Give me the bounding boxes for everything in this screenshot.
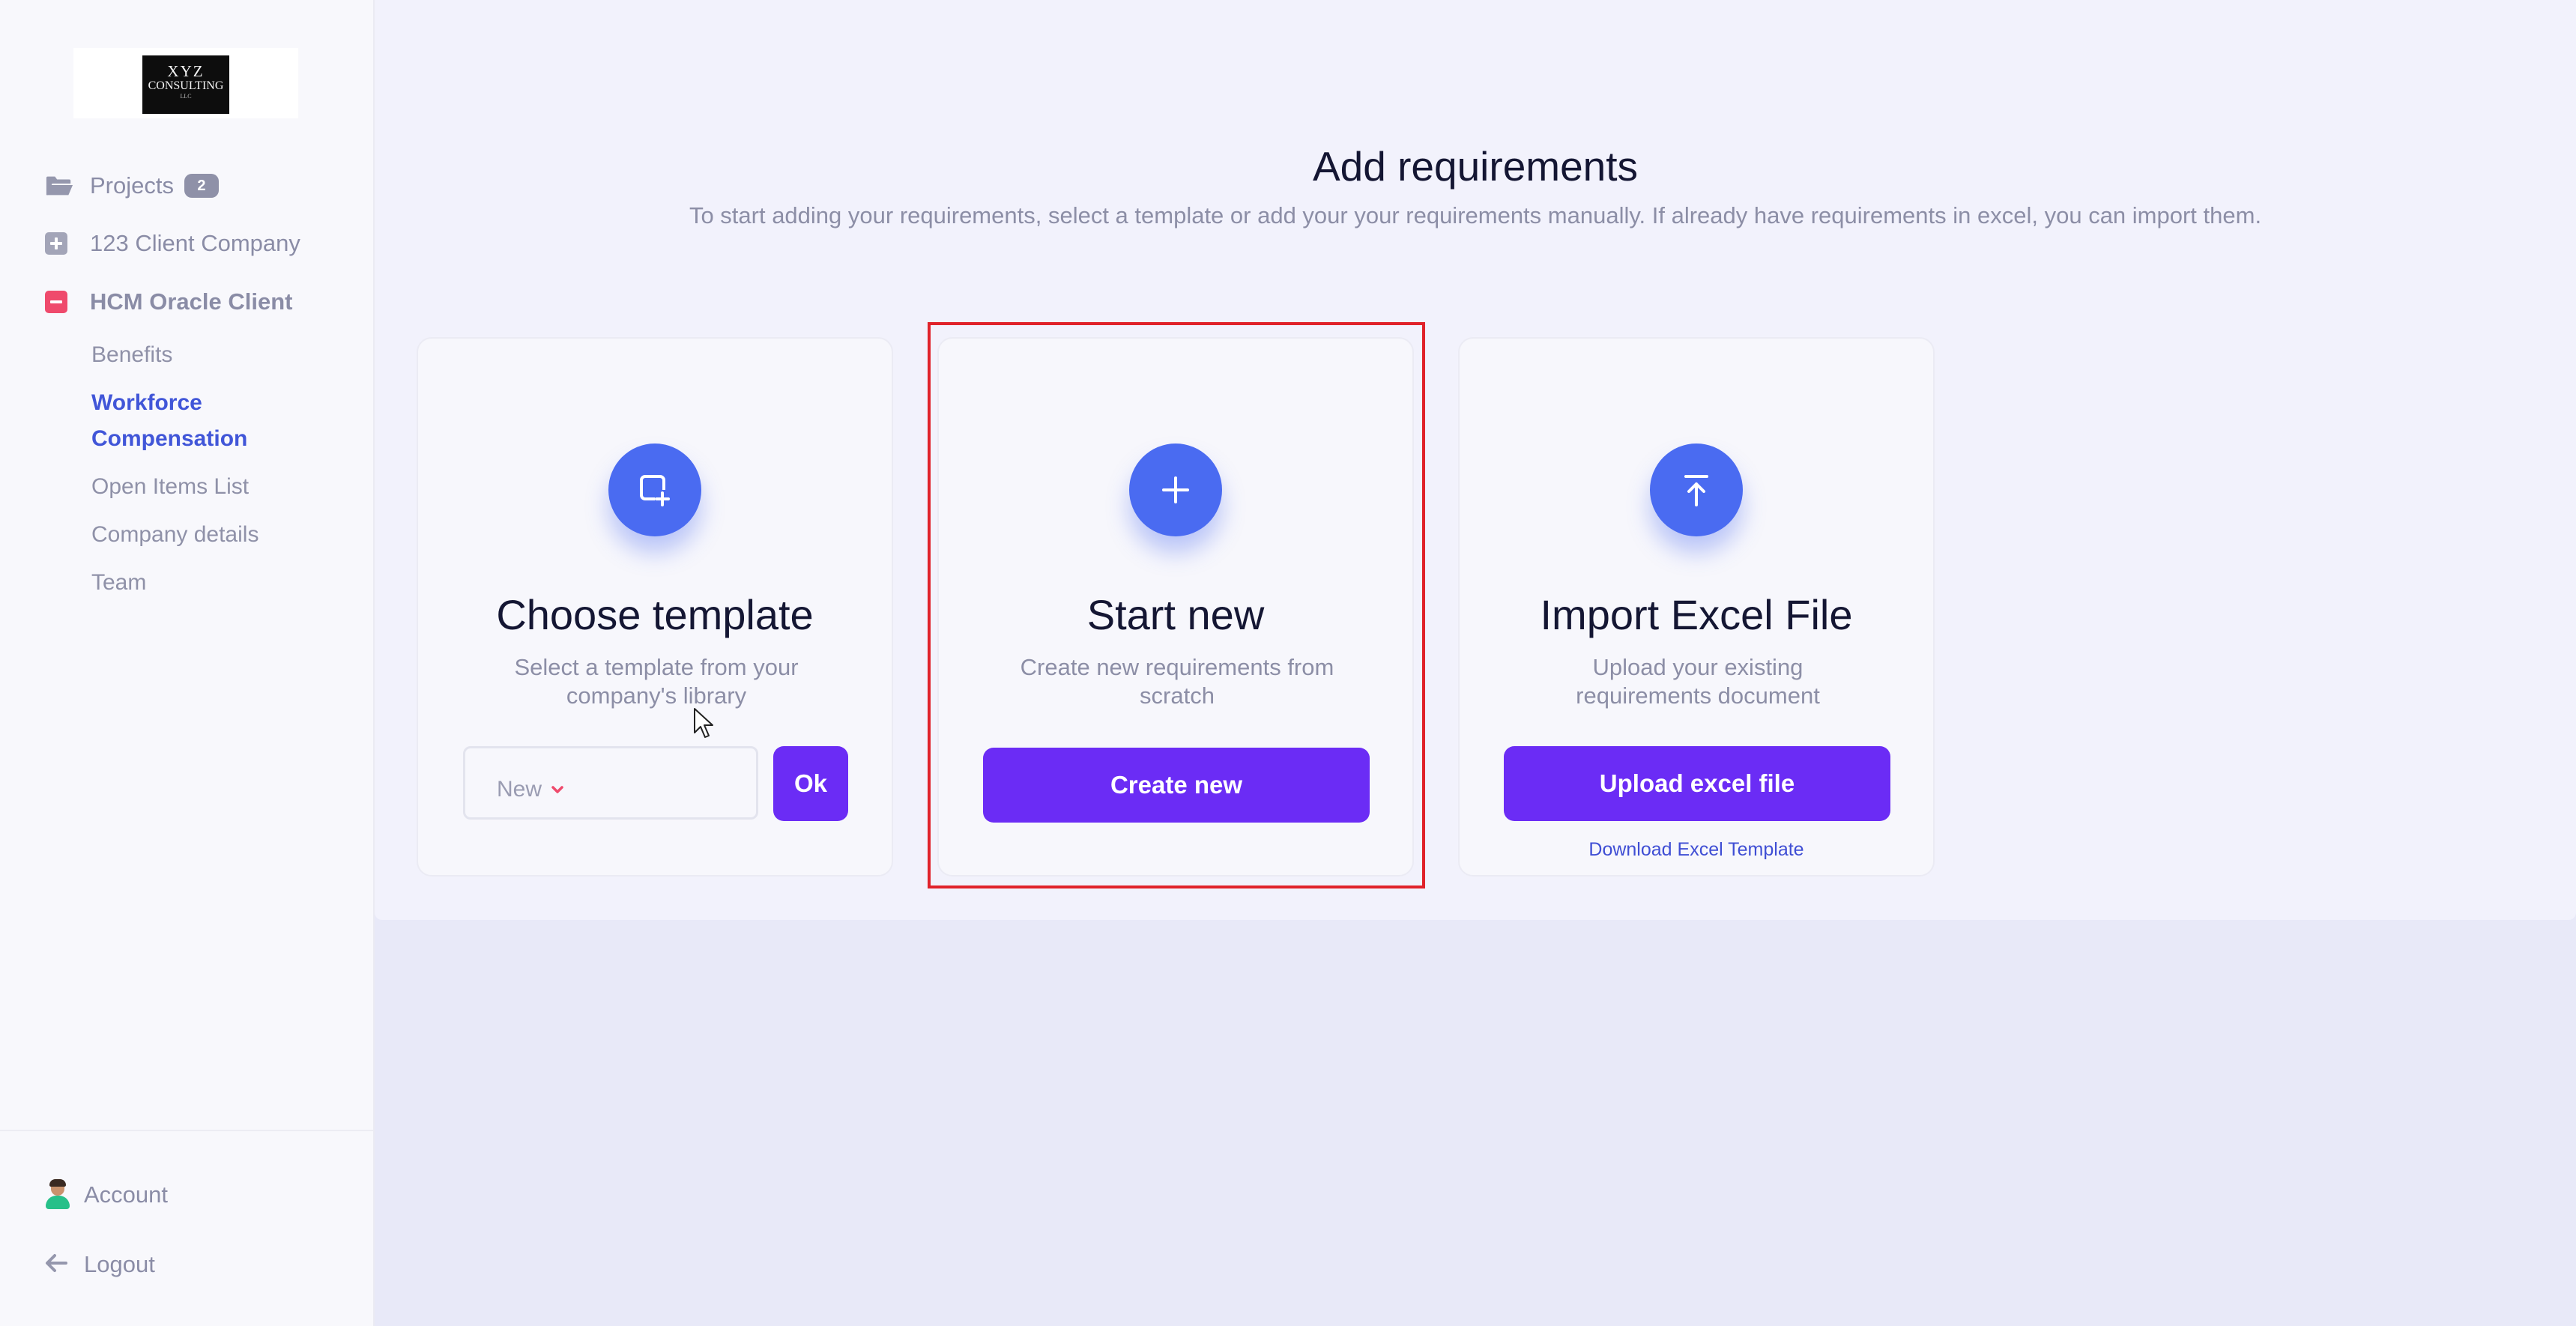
card-title: Import Excel File (1540, 591, 1853, 638)
folder-open-icon (45, 174, 73, 198)
logout-link[interactable]: Logout (43, 1251, 155, 1278)
collapse-minus-icon[interactable] (45, 291, 67, 313)
sidebar-item-label: Workforce (91, 390, 202, 415)
import-excel-card: Import Excel File Upload your existing r… (1458, 337, 1935, 877)
card-description: Create new requirements from scratch (1020, 654, 1334, 709)
nav-client-hcm-oracle[interactable]: HCM Oracle Client (45, 288, 292, 315)
card-title: Choose template (496, 591, 814, 638)
logo-container[interactable]: XYZ CONSULTING LLC (73, 48, 298, 118)
choose-template-card: Choose template Select a template from y… (417, 337, 893, 877)
client-label: 123 Client Company (90, 230, 300, 256)
card-description: Upload your existing requirements docume… (1576, 654, 1820, 709)
sidebar: XYZ CONSULTING LLC Projects 2 123 Client… (0, 0, 375, 1326)
sidebar-item-open-items-list[interactable]: Open Items List (91, 469, 249, 505)
account-label: Account (84, 1181, 169, 1208)
nav-client-123[interactable]: 123 Client Company (45, 230, 300, 257)
page-title: Add requirements (1312, 143, 1639, 190)
nav-projects[interactable]: Projects 2 (45, 172, 219, 199)
template-select[interactable]: New (463, 746, 758, 820)
sidebar-item-team[interactable]: Team (91, 565, 146, 601)
plus-icon (1129, 443, 1222, 536)
nav-projects-label: Projects (90, 172, 174, 199)
mouse-cursor-icon (692, 707, 718, 744)
add-template-icon (608, 443, 701, 536)
sidebar-item-benefits[interactable]: Benefits (91, 337, 172, 373)
arrow-left-icon (43, 1252, 70, 1278)
download-excel-template-link[interactable]: Download Excel Template (1460, 839, 1933, 861)
expand-plus-icon[interactable] (45, 232, 67, 255)
upload-icon (1650, 443, 1743, 536)
chevron-down-icon (551, 780, 564, 799)
sidebar-item-label: Compensation (91, 426, 248, 451)
create-new-button[interactable]: Create new (983, 748, 1370, 823)
client-label: HCM Oracle Client (90, 288, 293, 315)
projects-count-badge: 2 (184, 174, 219, 198)
sidebar-item-workforce-compensation[interactable]: Workforce Compensation (91, 385, 247, 457)
card-description: Select a template from your company's li… (514, 654, 799, 709)
company-logo: XYZ CONSULTING LLC (142, 55, 229, 114)
template-select-value: New (497, 777, 542, 802)
logout-label: Logout (84, 1251, 155, 1277)
upload-excel-button[interactable]: Upload excel file (1504, 746, 1890, 821)
sidebar-divider (0, 1130, 373, 1131)
start-new-card: Start new Create new requirements from s… (937, 337, 1414, 877)
page-subtitle: To start adding your requirements, selec… (689, 202, 2262, 228)
sidebar-item-company-details[interactable]: Company details (91, 517, 258, 553)
ok-button[interactable]: Ok (773, 746, 848, 821)
account-link[interactable]: Account (45, 1179, 169, 1209)
card-title: Start new (1086, 591, 1265, 638)
avatar (45, 1179, 70, 1209)
